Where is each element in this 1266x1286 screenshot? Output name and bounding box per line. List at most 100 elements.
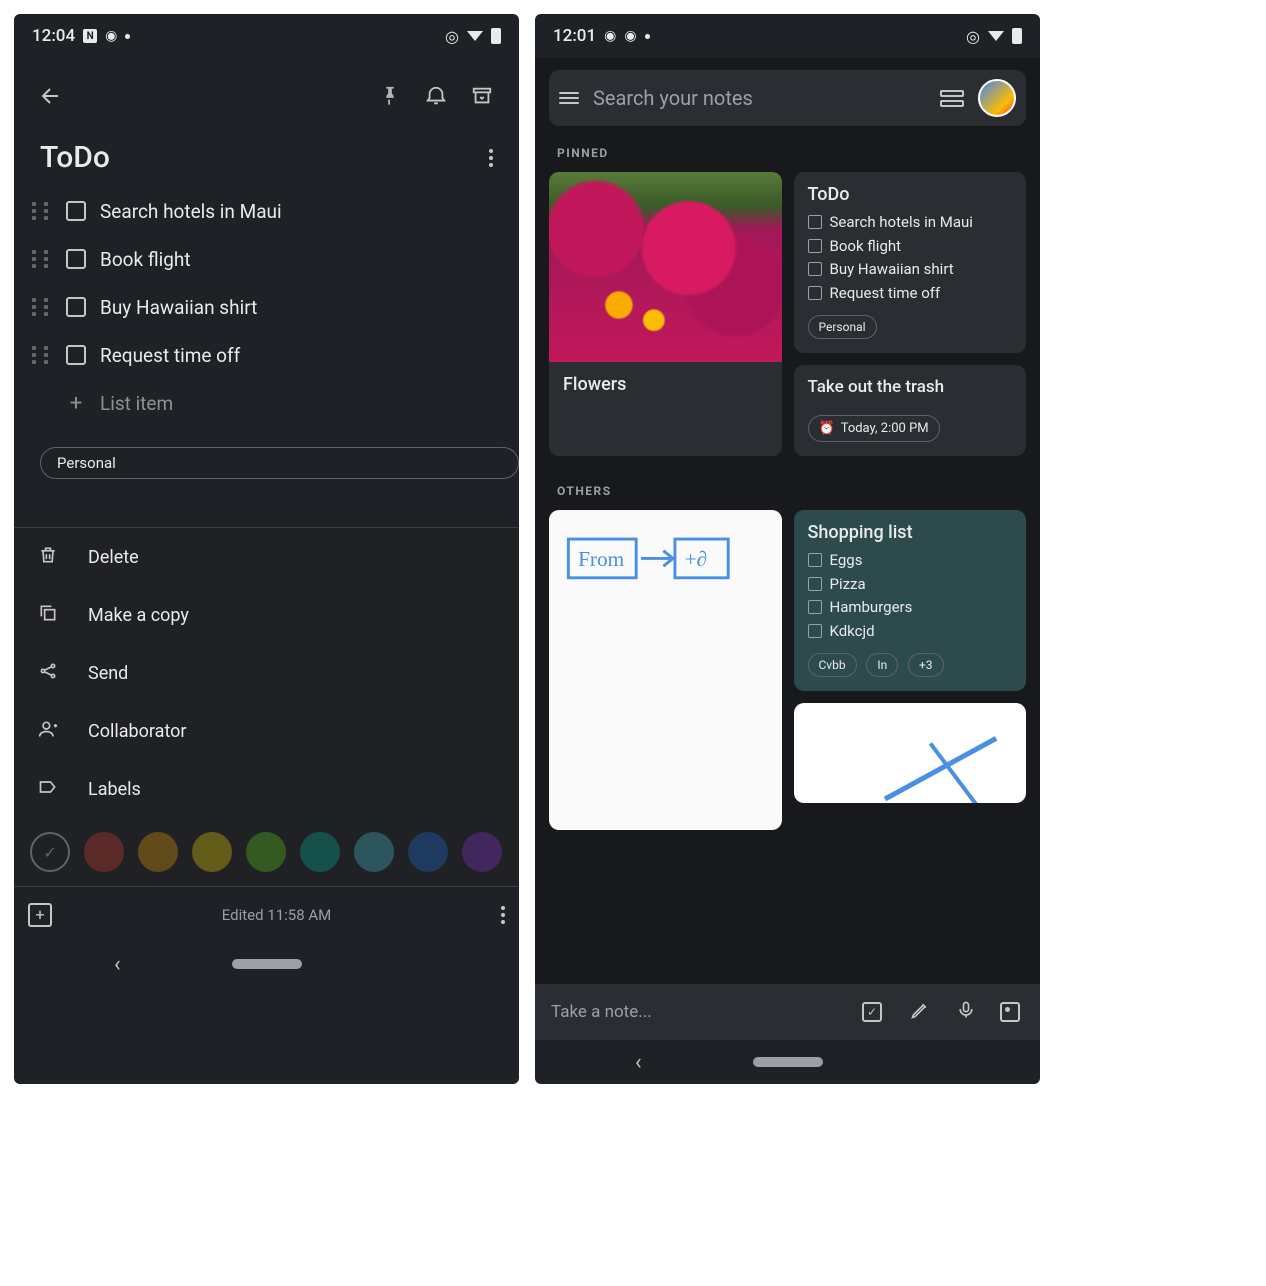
- wifi-icon: [467, 31, 483, 41]
- menu-icon[interactable]: [559, 92, 579, 104]
- checklist-item-text[interactable]: Request time off: [100, 344, 240, 367]
- color-swatch[interactable]: [408, 832, 448, 872]
- plus-icon: +: [66, 391, 86, 416]
- status-time: 12:01: [553, 26, 596, 46]
- checkbox[interactable]: [66, 297, 86, 317]
- note-card-shopping[interactable]: Shopping list Eggs Pizza Hamburgers Kdkc…: [794, 510, 1027, 691]
- note-title[interactable]: ToDo: [40, 140, 110, 175]
- nav-home-pill[interactable]: [753, 1057, 823, 1067]
- color-picker-row: ✓: [14, 818, 519, 886]
- drawing-icon: From +∂: [549, 510, 782, 820]
- share-icon: [36, 661, 60, 686]
- color-swatch[interactable]: [462, 832, 502, 872]
- nav-back-button[interactable]: ‹: [114, 952, 121, 977]
- system-nav-bar: ‹: [14, 942, 519, 986]
- checklist-item[interactable]: Buy Hawaiian shirt: [32, 283, 501, 331]
- search-bar[interactable]: Search your notes: [549, 70, 1026, 126]
- drag-handle-icon[interactable]: [32, 202, 52, 220]
- checkbox[interactable]: [66, 201, 86, 221]
- account-avatar[interactable]: [978, 79, 1016, 117]
- sheet-copy[interactable]: Make a copy: [14, 586, 519, 644]
- battery-icon: [1012, 28, 1022, 44]
- checklist-item-text[interactable]: Search hotels in Maui: [100, 200, 282, 223]
- reminder-button[interactable]: [413, 73, 459, 119]
- note-card-title: ToDo: [808, 184, 1013, 205]
- new-drawing-button[interactable]: [908, 1000, 932, 1025]
- color-swatch[interactable]: [192, 832, 232, 872]
- notification-bulb-icon: ◉: [624, 28, 636, 44]
- label-chip: Personal: [808, 315, 877, 339]
- label-chip: Cvbb: [808, 653, 857, 677]
- checkbox[interactable]: [66, 249, 86, 269]
- new-checklist-button[interactable]: ✓: [862, 1002, 886, 1022]
- notification-bulb-icon: ◉: [105, 28, 117, 44]
- color-swatch-none[interactable]: ✓: [30, 832, 70, 872]
- notification-dot-icon: [125, 34, 130, 39]
- archive-button[interactable]: [459, 73, 505, 119]
- drag-handle-icon[interactable]: [32, 250, 52, 268]
- bottom-sheet: Delete Make a copy Send Collaborator Lab…: [14, 527, 519, 886]
- sheet-item-label: Collaborator: [88, 721, 187, 742]
- take-note-input[interactable]: Take a note...: [551, 1002, 840, 1022]
- add-item-placeholder: List item: [100, 392, 173, 415]
- note-card-drawing-small[interactable]: [794, 703, 1027, 803]
- checklist-item[interactable]: Book flight: [32, 235, 501, 283]
- footer-overflow-button[interactable]: [501, 906, 505, 924]
- search-placeholder[interactable]: Search your notes: [593, 86, 926, 110]
- add-list-item[interactable]: + List item: [32, 379, 501, 427]
- sheet-labels[interactable]: Labels: [14, 760, 519, 818]
- add-attachment-button[interactable]: +: [28, 903, 52, 927]
- editor-footer: + Edited 11:58 AM: [14, 886, 519, 942]
- drag-handle-icon[interactable]: [32, 346, 52, 364]
- color-swatch[interactable]: [354, 832, 394, 872]
- note-check-item: Hamburgers: [808, 598, 1013, 618]
- back-button[interactable]: [28, 73, 74, 119]
- label-chip[interactable]: Personal: [40, 447, 519, 479]
- note-check-item: Book flight: [808, 237, 1013, 257]
- note-card-title: Flowers: [563, 374, 768, 395]
- sheet-send[interactable]: Send: [14, 644, 519, 702]
- sheet-collaborator[interactable]: Collaborator: [14, 702, 519, 760]
- note-card-title: Shopping list: [808, 522, 1013, 543]
- checklist-item-text[interactable]: Book flight: [100, 248, 191, 271]
- checklist: Search hotels in Maui Book flight Buy Ha…: [14, 187, 519, 427]
- notification-icon: ◉: [604, 28, 616, 44]
- note-card-todo[interactable]: ToDo Search hotels in Maui Book flight B…: [794, 172, 1027, 353]
- note-overflow-button[interactable]: [489, 149, 493, 167]
- section-pinned-label: PINNED: [535, 140, 1040, 172]
- drag-handle-icon[interactable]: [32, 298, 52, 316]
- nav-home-pill[interactable]: [232, 959, 302, 969]
- note-check-item: Pizza: [808, 575, 1013, 595]
- sheet-delete[interactable]: Delete: [14, 528, 519, 586]
- color-swatch[interactable]: [138, 832, 178, 872]
- pin-button[interactable]: [367, 73, 413, 119]
- pinned-grid: Flowers ToDo Search hotels in Maui Book …: [535, 172, 1040, 456]
- alarm-icon: ⏰: [819, 421, 835, 436]
- app-badge-icon: N: [83, 29, 97, 43]
- note-card-drawing[interactable]: From +∂: [549, 510, 782, 830]
- checklist-item[interactable]: Request time off: [32, 331, 501, 379]
- nav-back-button[interactable]: ‹: [635, 1050, 642, 1075]
- note-card-flowers[interactable]: Flowers: [549, 172, 782, 456]
- checklist-item-text[interactable]: Buy Hawaiian shirt: [100, 296, 257, 319]
- checkbox[interactable]: [66, 345, 86, 365]
- note-image: [549, 172, 782, 362]
- status-time: 12:04: [32, 26, 75, 46]
- others-grid: From +∂ Shopping list Eggs Pizza Hamburg…: [535, 510, 1040, 830]
- new-image-button[interactable]: [1000, 1002, 1024, 1022]
- note-card-trash[interactable]: Take out the trash ⏰ Today, 2:00 PM: [794, 365, 1027, 456]
- notification-dot-icon: [645, 34, 650, 39]
- note-card-title: Take out the trash: [808, 377, 1013, 397]
- section-others-label: OTHERS: [535, 478, 1040, 510]
- color-swatch[interactable]: [84, 832, 124, 872]
- new-voice-button[interactable]: [954, 1000, 978, 1025]
- view-toggle-button[interactable]: [940, 90, 964, 107]
- sheet-item-label: Make a copy: [88, 605, 189, 626]
- person-add-icon: [36, 719, 60, 744]
- color-swatch[interactable]: [300, 832, 340, 872]
- trash-icon: [36, 545, 60, 570]
- svg-text:+∂: +∂: [685, 547, 708, 571]
- checklist-item[interactable]: Search hotels in Maui: [32, 187, 501, 235]
- color-swatch[interactable]: [246, 832, 286, 872]
- note-check-item: Kdkcjd: [808, 622, 1013, 642]
